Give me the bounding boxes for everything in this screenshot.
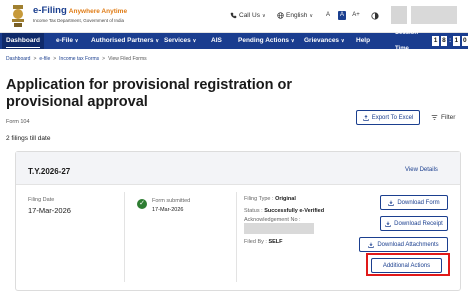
filter-label: Filter: [441, 114, 456, 121]
acknowledgement-number-redacted: [244, 223, 314, 234]
breadcrumb-separator: >: [53, 56, 57, 62]
chevron-down-icon: ∨: [74, 38, 79, 44]
language-label: English: [286, 12, 308, 19]
nav-dashboard[interactable]: Dashboard: [2, 33, 44, 49]
font-size-increase-button[interactable]: A+: [352, 11, 360, 20]
download-attachments-button[interactable]: Download Attachments: [359, 237, 448, 252]
form-submitted-label: Form submitted: [152, 198, 191, 204]
export-to-excel-label: Export To Excel: [371, 114, 414, 121]
language-select[interactable]: English ∨: [277, 12, 313, 19]
nav-services[interactable]: Services ∨: [164, 33, 196, 49]
session-digit: 8: [440, 36, 448, 46]
brand[interactable]: e-Filing Anywhere Anytime Income Tax Depa…: [33, 5, 127, 23]
font-size-decrease-button[interactable]: A: [324, 11, 332, 20]
phone-icon: [230, 12, 237, 19]
font-size-normal-button[interactable]: A: [338, 11, 346, 20]
user-name-redacted[interactable]: [411, 6, 457, 24]
filter-button[interactable]: Filter: [431, 114, 455, 121]
call-us-menu[interactable]: Call Us ∨: [230, 12, 266, 19]
brand-title: e-Filing: [33, 5, 67, 16]
session-colon: :: [449, 38, 452, 44]
filings-count: 2 filings till date: [6, 135, 51, 142]
download-form-label: Download Form: [397, 199, 440, 206]
contrast-icon[interactable]: [371, 12, 379, 20]
nav-grievances-label: Grievances: [304, 37, 340, 44]
download-receipt-button[interactable]: Download Receipt: [380, 216, 448, 231]
breadcrumb-separator: >: [33, 56, 37, 62]
nav-ais[interactable]: AIS: [211, 33, 222, 49]
filing-date-label: Filing Date: [28, 197, 55, 203]
brand-subtitle: Income Tax Department, Government of Ind…: [33, 18, 124, 23]
nav-authorised-partners-label: Authorised Partners: [91, 37, 154, 44]
nav-grievances[interactable]: Grievances ∨: [304, 33, 345, 49]
chevron-down-icon: ∨: [192, 38, 197, 44]
breadcrumb-current: View Filed Forms: [108, 56, 147, 62]
divider: [124, 192, 125, 282]
page-title: Application for provisional registration…: [6, 77, 292, 110]
nav-pending-actions-label: Pending Actions: [238, 37, 290, 44]
chevron-down-icon: ∨: [155, 38, 159, 44]
form-submitted-date: 17-Mar-2026: [152, 207, 184, 213]
session-timer: Session Time 1 8 : 1 0: [395, 30, 468, 52]
filed-by-label: Filed By :: [244, 239, 267, 245]
status-value: Successfully e-Verified: [264, 208, 325, 214]
breadcrumb-e-file[interactable]: e-file: [39, 56, 50, 62]
breadcrumb: Dashboard > e-file > Income tax Forms > …: [6, 56, 147, 62]
chevron-down-icon: ∨: [340, 38, 345, 44]
filing-type-value: Original: [275, 196, 296, 202]
status-label: Status :: [244, 208, 263, 214]
form-number: Form 104: [6, 119, 30, 125]
session-digit: 1: [432, 36, 439, 46]
nav-e-file[interactable]: e-File ∨: [56, 33, 78, 49]
nav-pending-actions[interactable]: Pending Actions ∨: [238, 33, 295, 49]
filing-type-label: Filing Type :: [244, 196, 274, 202]
filing-type-row: Filing Type : Original: [244, 196, 296, 202]
highlight-box: [366, 253, 450, 276]
session-digit: 1: [453, 36, 460, 46]
filed-by-row: Filed By : SELF: [244, 239, 283, 245]
session-digit: 0: [461, 36, 468, 46]
nav-e-file-label: e-File: [56, 37, 73, 44]
filing-date-value: 17-Mar-2026: [28, 206, 71, 215]
download-form-button[interactable]: Download Form: [380, 195, 448, 210]
breadcrumb-income-tax-forms[interactable]: Income tax Forms: [59, 56, 99, 62]
avatar[interactable]: [391, 6, 407, 24]
download-receipt-label: Download Receipt: [394, 220, 443, 227]
call-us-label: Call Us: [239, 12, 260, 19]
download-icon: [388, 200, 395, 206]
export-to-excel-button[interactable]: Export To Excel: [356, 110, 420, 125]
chevron-down-icon: ∨: [261, 12, 266, 19]
breadcrumb-dashboard[interactable]: Dashboard: [6, 56, 30, 62]
chevron-down-icon: ∨: [309, 12, 313, 19]
filing-card-header: T.Y.2026-27 View Details: [16, 152, 460, 185]
globe-icon: [277, 12, 284, 19]
breadcrumb-separator: >: [102, 56, 106, 62]
download-attachments-label: Download Attachments: [377, 241, 439, 248]
session-label: Session Time: [395, 30, 419, 52]
download-icon: [368, 242, 375, 248]
filed-by-value: SELF: [268, 239, 283, 245]
tax-year: T.Y.2026-27: [28, 167, 71, 176]
download-icon: [385, 221, 391, 227]
filter-icon: [431, 115, 438, 120]
status-row: Status : Successfully e-Verified: [244, 208, 324, 214]
nav-help[interactable]: Help: [356, 33, 370, 49]
main-nav: Dashboard e-File ∨ Authorised Partners ∨…: [0, 30, 468, 52]
export-icon: [362, 114, 369, 121]
brand-tagline: Anywhere Anytime: [68, 8, 128, 15]
emblem-logo: [12, 5, 24, 27]
check-circle-icon: ✓: [137, 199, 147, 209]
divider: [236, 192, 237, 282]
chevron-down-icon: ∨: [290, 38, 295, 44]
nav-authorised-partners[interactable]: Authorised Partners ∨: [91, 33, 159, 49]
view-details-link[interactable]: View Details: [405, 167, 438, 173]
nav-services-label: Services: [164, 37, 191, 44]
